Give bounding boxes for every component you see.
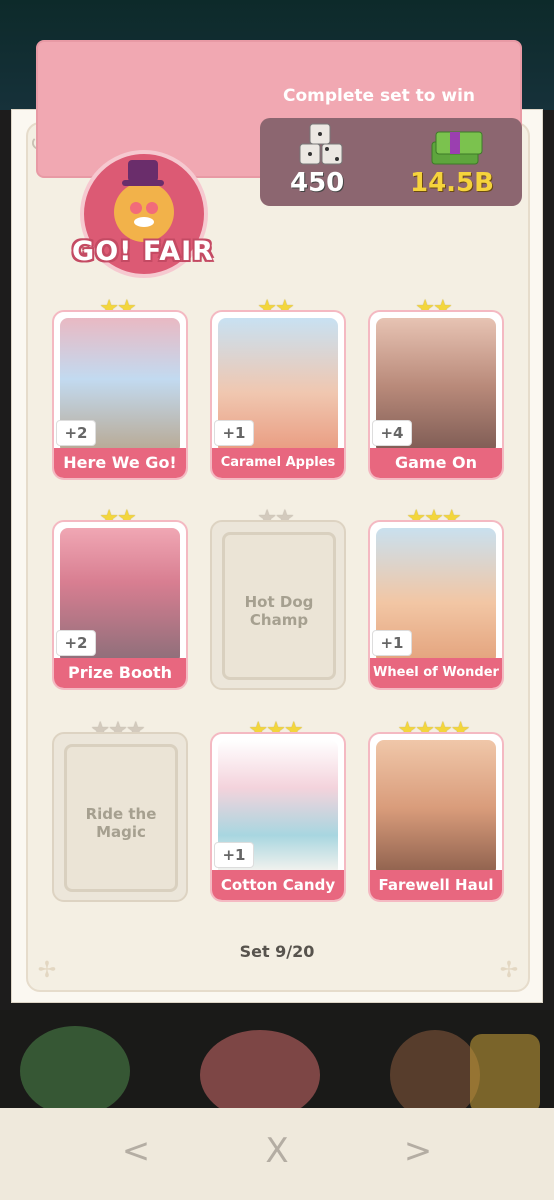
money-stack-icon <box>431 131 483 165</box>
card-farewell-haul[interactable]: ★★★★ Farewell Haul <box>368 718 504 902</box>
card-frame: Farewell Haul <box>368 732 504 902</box>
card-count-badge: +2 <box>56 420 96 446</box>
reward-box: 450 14.5B <box>260 118 522 206</box>
card-placeholder-label: Hot Dog Champ <box>244 593 314 629</box>
card-label: Caramel Apples <box>212 448 344 478</box>
card-here-we-go[interactable]: ★★ +2 Here We Go! <box>52 296 188 480</box>
card-count-badge: +1 <box>372 630 412 656</box>
card-frame: +4 Game On <box>368 310 504 480</box>
board-card-art <box>470 1034 540 1114</box>
card-art-image <box>376 740 496 876</box>
set-progress: Set 9/20 <box>239 942 315 961</box>
card-count-badge: +2 <box>56 630 96 656</box>
card-prize-booth[interactable]: ★★ +2 Prize Booth <box>52 506 188 690</box>
card-label: Wheel of Wonder <box>370 658 502 688</box>
reward-money-value: 14.5B <box>410 168 494 198</box>
card-frame: +1 Caramel Apples <box>210 310 346 480</box>
corner-ornament-icon: ✢ <box>499 958 519 983</box>
card-label: Game On <box>370 448 502 478</box>
board-token-art <box>200 1030 320 1120</box>
corner-ornament-icon: ✢ <box>37 958 57 983</box>
card-frame: +1 Wheel of Wonder <box>368 520 504 690</box>
card-wheel-of-wonder[interactable]: ★★★ +1 Wheel of Wonder <box>368 506 504 690</box>
card-label: Here We Go! <box>54 448 186 478</box>
card-hot-dog-champ[interactable]: ★★ Hot Dog Champ <box>210 506 346 690</box>
card-label: Prize Booth <box>54 658 186 688</box>
card-empty-slot: Hot Dog Champ <box>210 520 346 690</box>
card-empty-frame: Hot Dog Champ <box>222 532 336 680</box>
card-frame: +1 Cotton Candy <box>210 732 346 902</box>
card-cotton-candy[interactable]: ★★★ +1 Cotton Candy <box>210 718 346 902</box>
card-placeholder-label: Ride the Magic <box>85 805 157 841</box>
board-token-art <box>390 1030 480 1120</box>
card-count-badge: +1 <box>214 420 254 446</box>
set-name: GO! FAIR <box>72 236 214 267</box>
card-caramel-apples[interactable]: ★★ +1 Caramel Apples <box>210 296 346 480</box>
card-frame: +2 Here We Go! <box>52 310 188 480</box>
board-token-art <box>20 1026 130 1116</box>
card-game-on[interactable]: ★★ +4 Game On <box>368 296 504 480</box>
card-empty-frame: Ride the Magic <box>64 744 178 892</box>
card-ride-the-magic[interactable]: ★★★ Ride the Magic <box>52 718 188 902</box>
card-frame: +2 Prize Booth <box>52 520 188 690</box>
chevron-right-icon[interactable]: > <box>398 1126 438 1176</box>
chevron-left-icon[interactable]: < <box>116 1126 156 1176</box>
close-icon[interactable]: X <box>257 1126 297 1176</box>
card-label: Farewell Haul <box>370 870 502 900</box>
card-label: Cotton Candy <box>212 870 344 900</box>
complete-set-text: Complete set to win <box>282 86 476 106</box>
reward-dice-value: 450 <box>290 168 345 198</box>
card-empty-slot: Ride the Magic <box>52 732 188 902</box>
card-count-badge: +4 <box>372 420 412 446</box>
dice-icon <box>299 123 343 165</box>
card-count-badge: +1 <box>214 842 254 868</box>
background-bottom-art <box>0 1010 554 1120</box>
